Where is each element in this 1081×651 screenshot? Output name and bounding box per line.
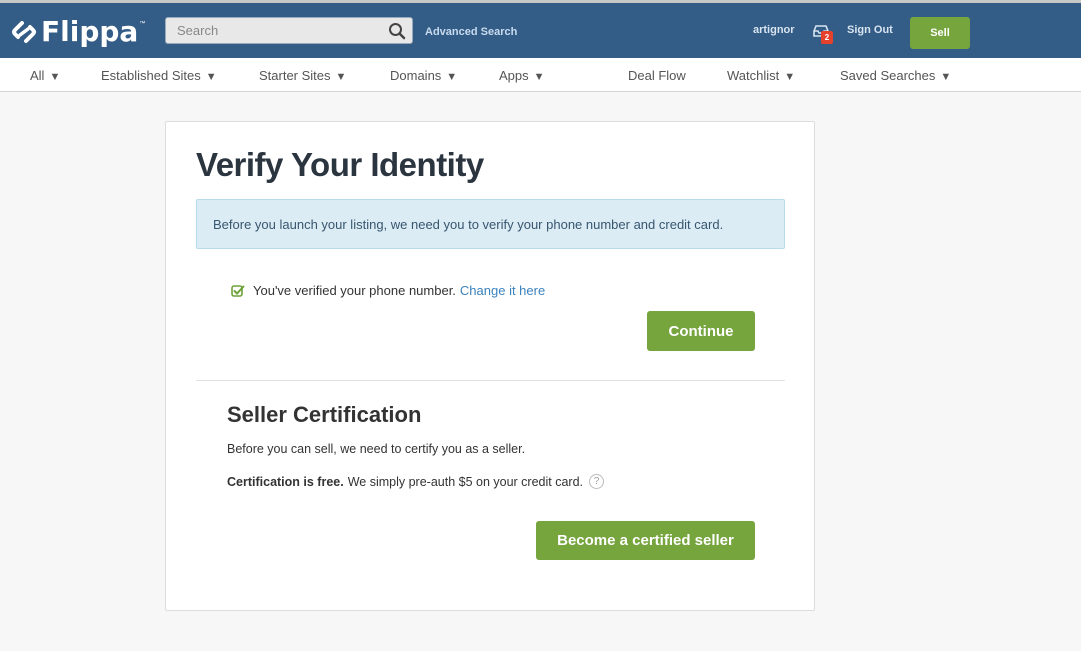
trademark: ™	[139, 20, 146, 27]
caret-down-icon: ▼	[49, 71, 61, 83]
verified-text: You've verified your phone number.	[253, 283, 456, 298]
nav-item-domains[interactable]: Domains ▼	[390, 68, 457, 83]
caret-down-icon: ▼	[446, 71, 458, 83]
become-certified-seller-button[interactable]: Become a certified seller	[536, 521, 755, 560]
certification-preauth-text: We simply pre-auth $5 on your credit car…	[347, 474, 583, 489]
nav-item-saved-searches[interactable]: Saved Searches ▼	[840, 68, 951, 83]
checkbox-checked-icon	[231, 284, 245, 297]
sign-out-link[interactable]: Sign Out	[847, 24, 893, 36]
info-alert-text: Before you launch your listing, we need …	[213, 217, 724, 232]
help-icon[interactable]: ?	[589, 474, 604, 489]
nav-label: Starter Sites	[259, 68, 331, 83]
caret-down-icon: ▼	[335, 71, 347, 83]
section-divider	[196, 380, 785, 381]
nav-item-established-sites[interactable]: Established Sites ▼	[101, 68, 217, 83]
inbox-button[interactable]: 2	[813, 23, 837, 45]
username[interactable]: artignor	[753, 24, 795, 36]
nav-item-deal-flow[interactable]: Deal Flow	[628, 68, 686, 83]
category-nav: All ▼ Established Sites ▼ Starter Sites ▼ D…	[0, 58, 1081, 92]
nav-label: Apps	[499, 68, 529, 83]
flippa-logo[interactable]: Flippa ™	[10, 15, 145, 48]
seller-certification-heading: Seller Certification	[227, 402, 422, 427]
nav-item-watchlist[interactable]: Watchlist ▼	[727, 68, 795, 83]
continue-button[interactable]: Continue	[647, 311, 755, 351]
brand-name: Flippa	[41, 15, 139, 48]
certification-free-note: Certification is free. We simply pre-aut…	[227, 474, 604, 489]
sell-button[interactable]: Sell	[910, 17, 970, 49]
nav-label: All	[30, 68, 45, 83]
verify-identity-card: Verify Your Identity Before you launch y…	[165, 121, 815, 611]
nav-item-apps[interactable]: Apps ▼	[499, 68, 545, 83]
nav-label: Deal Flow	[628, 68, 686, 83]
caret-down-icon: ▼	[784, 71, 796, 83]
change-phone-link[interactable]: Change it here	[460, 283, 545, 298]
nav-label: Established Sites	[101, 68, 201, 83]
search-icon[interactable]	[388, 22, 406, 40]
nav-item-starter-sites[interactable]: Starter Sites ▼	[259, 68, 346, 83]
caret-down-icon: ▼	[940, 71, 952, 83]
inbox-count-badge: 2	[821, 31, 833, 44]
phone-verified-status: You've verified your phone number. Chang…	[231, 283, 545, 298]
search-input[interactable]	[166, 18, 381, 43]
caret-down-icon: ▼	[205, 71, 217, 83]
nav-label: Watchlist	[727, 68, 780, 83]
page-title: Verify Your Identity	[196, 146, 484, 183]
advanced-search-link[interactable]: Advanced Search	[425, 26, 517, 38]
nav-label: Domains	[390, 68, 442, 83]
certification-free-bold: Certification is free.	[227, 474, 344, 489]
search-box	[165, 17, 413, 44]
flippa-logo-icon	[12, 20, 36, 43]
header-bar: Flippa ™ Advanced Search artignor 2 Sign…	[0, 3, 1081, 58]
caret-down-icon: ▼	[533, 71, 545, 83]
nav-label: Saved Searches	[840, 68, 936, 83]
nav-item-all[interactable]: All ▼	[30, 68, 60, 83]
certification-description: Before you can sell, we need to certify …	[227, 442, 526, 456]
info-alert: Before you launch your listing, we need …	[196, 199, 785, 249]
